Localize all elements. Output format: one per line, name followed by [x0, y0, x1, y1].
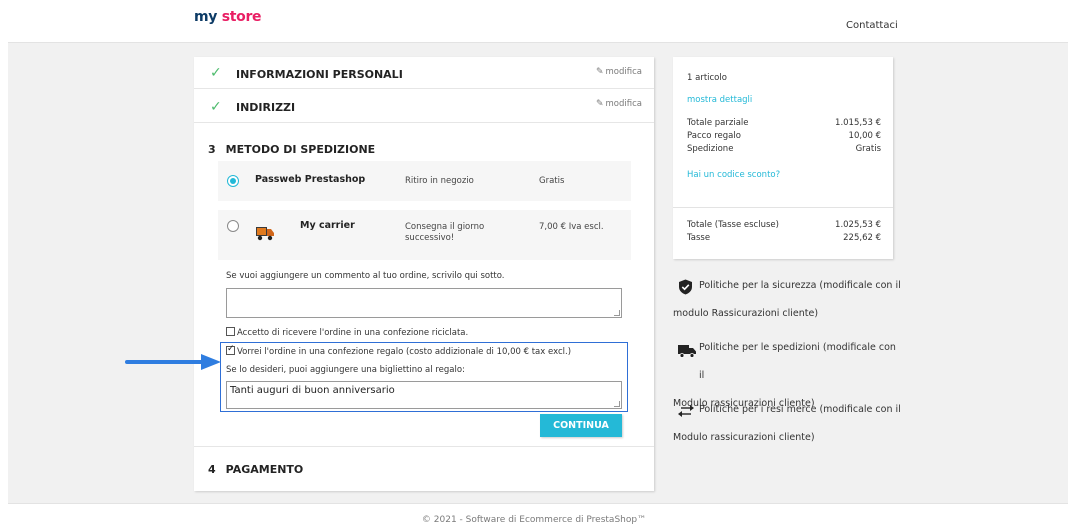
- carrier-price: Gratis: [539, 176, 565, 186]
- logo-text-store: store: [221, 9, 262, 25]
- recycled-packaging-label: Accetto di ricevere l'ordine in una conf…: [237, 328, 469, 338]
- reassurance-text-line2: Modulo rassicurazioni cliente): [673, 432, 815, 443]
- step-number: 4: [208, 463, 216, 476]
- gift-wrap-checkbox[interactable]: [226, 344, 235, 355]
- gift-message-label: Se lo desideri, puoi aggiungere una bigl…: [226, 365, 465, 375]
- subtotal-label: Totale parziale: [687, 118, 749, 128]
- order-comment-label: Se vuoi aggiungere un commento al tuo or…: [226, 271, 505, 281]
- cart-summary: 1 articolo mostra dettagli Totale parzia…: [673, 57, 893, 259]
- edit-label: modifica: [605, 99, 642, 109]
- shield-check-icon: [678, 279, 693, 307]
- checkout-steps: ✓ INFORMAZIONI PERSONALI ✎ modifica ✓ IND…: [194, 57, 654, 491]
- continue-button[interactable]: CONTINUA: [540, 414, 622, 437]
- step-shipping-title: 3 METODO DI SPEDIZIONE: [208, 143, 385, 156]
- subtotal-value: 1.015,53 €: [835, 118, 881, 128]
- checkmark-icon: ✓: [210, 99, 222, 115]
- step-title: INDIRIZZI: [236, 101, 296, 114]
- footer-copyright[interactable]: © 2021 - Software di Ecommerce di Presta…: [0, 515, 1068, 525]
- pencil-icon: ✎: [595, 67, 604, 77]
- edit-link[interactable]: ✎ modifica: [596, 99, 642, 109]
- carrier-radio-selected[interactable]: [227, 175, 239, 187]
- total-value: 1.025,53 €: [835, 220, 881, 230]
- gift-wrap-option[interactable]: Vorrei l'ordine in una confezione regalo…: [226, 344, 572, 357]
- total-label: Totale (Tasse escluse): [687, 220, 779, 230]
- step-payment[interactable]: 4 PAGAMENTO: [194, 446, 654, 491]
- reassurance-text-line1: Politiche per le spedizioni (modificale …: [699, 342, 896, 381]
- carrier-radio[interactable]: [227, 220, 239, 232]
- reassurance-security: Politiche per la sicurezza (modificale c…: [673, 272, 903, 328]
- taxes-value: 225,62 €: [843, 233, 881, 243]
- resize-handle-icon[interactable]: [614, 310, 620, 316]
- carrier-delay: Ritiro in negozio: [405, 176, 474, 186]
- step-number: 3: [208, 143, 216, 156]
- reassurance-text-line1: Politiche per i resi merce (modificale c…: [699, 404, 901, 415]
- carrier-price: 7,00 € Iva escl.: [539, 222, 604, 232]
- show-details-link[interactable]: mostra dettagli: [687, 95, 752, 105]
- carrier-name: My carrier: [300, 220, 355, 231]
- step-title: PAGAMENTO: [225, 463, 304, 476]
- reassurance-returns: Politiche per i resi merce (modificale c…: [673, 396, 903, 452]
- summary-divider: [673, 207, 893, 208]
- reassurance-text-line1: Politiche per la sicurezza (modificale c…: [699, 280, 901, 291]
- gift-message-text: Tanti auguri di buon anniversario: [230, 385, 395, 396]
- resize-handle-icon[interactable]: [614, 401, 620, 407]
- checkmark-icon: ✓: [210, 65, 222, 81]
- contact-link[interactable]: Contattaci: [846, 20, 898, 31]
- shipping-label: Spedizione: [687, 144, 734, 154]
- edit-label: modifica: [605, 67, 642, 77]
- gift-message-textarea[interactable]: Tanti auguri di buon anniversario: [226, 381, 622, 409]
- gift-wrap-cost-value: 10,00 €: [848, 131, 881, 141]
- order-comment-textarea[interactable]: [226, 288, 622, 318]
- step-addresses[interactable]: ✓ INDIRIZZI ✎ modifica: [194, 89, 654, 123]
- reassurance-text-line2: modulo Rassicurazioni cliente): [673, 308, 819, 319]
- carrier-name: Passweb Prestashop: [255, 174, 366, 185]
- shipping-value: Gratis: [855, 144, 881, 154]
- pencil-icon: ✎: [595, 99, 604, 109]
- step-title: INFORMAZIONI PERSONALI: [236, 68, 403, 81]
- gift-wrap-label: Vorrei l'ordine in una confezione regalo…: [237, 347, 572, 357]
- store-logo[interactable]: my store: [194, 9, 262, 25]
- step-title: METODO DI SPEDIZIONE: [225, 143, 376, 156]
- taxes-label: Tasse: [687, 233, 711, 243]
- annotation-arrow-icon: [125, 354, 221, 370]
- discount-code-link[interactable]: Hai un codice sconto?: [687, 170, 780, 180]
- recycled-packaging-checkbox[interactable]: [226, 327, 235, 336]
- step-personal-info[interactable]: ✓ INFORMAZIONI PERSONALI ✎ modifica: [194, 57, 654, 89]
- logo-text-my: my: [194, 9, 218, 25]
- carrier-logo-truck-icon: [255, 224, 275, 242]
- items-count: 1 articolo: [687, 73, 727, 83]
- carrier-delay: Consegna il giorno successivo!: [405, 222, 485, 243]
- carrier-option-my-carrier[interactable]: My carrier Consegna il giorno successivo…: [218, 210, 631, 260]
- recycled-packaging-option[interactable]: Accetto di ricevere l'ordine in una conf…: [226, 327, 468, 338]
- gift-wrap-cost-label: Pacco regalo: [687, 131, 741, 141]
- edit-link[interactable]: ✎ modifica: [596, 67, 642, 77]
- carrier-option-passweb[interactable]: Passweb Prestashop Ritiro in negozio Gra…: [218, 161, 631, 201]
- exchange-arrows-icon: [678, 402, 694, 430]
- truck-icon: [678, 342, 696, 370]
